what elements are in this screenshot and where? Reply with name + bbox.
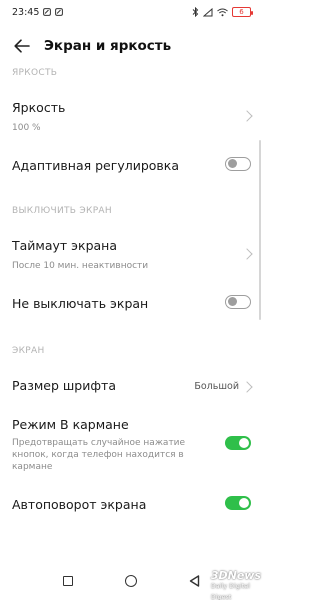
notification-icon <box>55 8 64 16</box>
brightness-label: Яркость <box>12 100 66 115</box>
toggle-knob <box>228 159 237 168</box>
notification-icon <box>43 8 52 16</box>
auto-rotate-label: Автоповорот экрана <box>12 497 147 512</box>
brightness-row[interactable]: Яркость 100 % <box>0 100 263 136</box>
watermark-logo: 3DNews Daily Digital Digest <box>210 569 261 600</box>
pocket-mode-description: Предотвращать случайное нажатие кнопок, … <box>12 438 186 472</box>
adaptive-brightness-row[interactable]: Адаптивная регулировка <box>0 157 263 178</box>
home-button[interactable] <box>125 575 137 587</box>
app-bar: Экран и яркость <box>0 28 263 64</box>
font-size-value: Большой <box>194 381 239 392</box>
screen-timeout-label: Таймаут экрана <box>12 238 117 253</box>
back-button[interactable] <box>4 28 40 64</box>
pocket-mode-toggle[interactable] <box>225 436 251 450</box>
wifi-icon <box>217 8 228 16</box>
section-header-screen-off: ВЫКЛЮЧИТЬ ЭКРАН <box>12 206 112 216</box>
section-header-screen: ЭКРАН <box>12 346 45 356</box>
settings-list: ЯРКОСТЬ Яркость 100 % Адаптивная регулир… <box>0 64 263 517</box>
adaptive-brightness-toggle[interactable] <box>225 157 251 171</box>
pocket-mode-label: Режим В кармане <box>12 417 129 432</box>
font-size-row[interactable]: Размер шрифта Большой <box>0 378 263 398</box>
keep-screen-on-row[interactable]: Не выключать экран <box>0 295 263 316</box>
keep-screen-on-toggle[interactable] <box>225 295 251 309</box>
screen-timeout-row[interactable]: Таймаут экрана После 10 мин. неактивност… <box>0 238 263 274</box>
back-triangle-icon[interactable] <box>189 575 200 587</box>
toggle-knob <box>228 297 237 306</box>
status-bar: 23:45 6 <box>0 0 263 24</box>
toggle-knob <box>239 438 249 448</box>
battery-icon: 6 <box>232 7 253 17</box>
auto-rotate-row[interactable]: Автоповорот экрана <box>0 496 263 517</box>
screen-timeout-value: После 10 мин. неактивности <box>12 261 149 271</box>
bluetooth-icon <box>192 7 199 17</box>
recents-button[interactable] <box>63 576 73 586</box>
keep-screen-on-label: Не выключать экран <box>12 296 149 311</box>
pocket-mode-row[interactable]: Режим В кармане Предотвращать случайное … <box>0 417 263 475</box>
adaptive-brightness-label: Адаптивная регулировка <box>12 158 179 173</box>
signal-icon <box>203 7 213 16</box>
status-time: 23:45 <box>12 6 40 18</box>
auto-rotate-toggle[interactable] <box>225 496 251 510</box>
page-title: Экран и яркость <box>44 38 172 54</box>
toggle-knob <box>239 498 249 508</box>
arrow-back-icon <box>14 39 30 53</box>
brightness-value: 100 % <box>12 123 41 133</box>
section-header-brightness: ЯРКОСТЬ <box>12 68 58 78</box>
